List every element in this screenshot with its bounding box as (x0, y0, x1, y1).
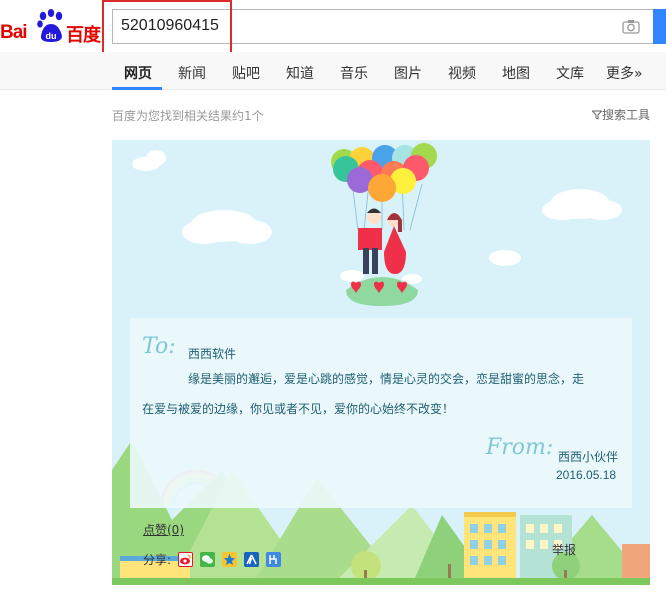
renren-icon[interactable] (244, 552, 260, 567)
letter-date: 2016.05.18 (556, 468, 617, 482)
camera-icon[interactable] (622, 19, 640, 34)
tab-more[interactable]: 更多» (606, 63, 643, 83)
share-bar: 分享: (143, 551, 282, 568)
paw-icon: du (37, 9, 63, 42)
report-link[interactable]: 举报 (552, 541, 576, 558)
share-label: 分享: (143, 553, 172, 567)
from-label: From: (486, 435, 554, 460)
tab-map[interactable]: 地图 (502, 63, 530, 83)
search-tools-button[interactable]: 搜索工具 (591, 106, 650, 123)
qzone-icon[interactable] (222, 552, 238, 567)
header: Bai du 百度 52010960415 (0, 0, 666, 54)
tab-web[interactable]: 网页 (124, 63, 152, 83)
letter-paragraph-2: 在爱与被爱的边缘，你见或者不见，爱你的心始终不改变！ (142, 402, 455, 416)
logo-text-du: du (46, 31, 57, 41)
active-tab-underline (112, 87, 162, 90)
filter-icon (591, 110, 603, 120)
wechat-icon[interactable] (200, 552, 216, 567)
letter-paragraph-1: 缘是美丽的邂逅，爱是心跳的感觉，情是心灵的交会，恋是甜蜜的思念，走 (188, 372, 585, 386)
letter-recipient: 西西软件 (188, 347, 237, 361)
logo-text-cn: 百度 (66, 25, 101, 46)
love-letter-card: To: 西西软件 缘是美丽的邂逅，爱是心跳的感觉，情是心灵的交会，恋是甜蜜的思念… (112, 140, 650, 585)
weibo-icon[interactable] (178, 552, 194, 567)
result-count: 百度为您找到相关结果约1个 (112, 109, 264, 123)
baidu-logo[interactable]: Bai du 百度 (0, 6, 104, 46)
tab-video[interactable]: 视频 (448, 63, 476, 83)
to-label: To: (142, 334, 176, 359)
letter-panel: To: 西西软件 缘是美丽的邂逅，爱是心跳的感觉，情是心灵的交会，恋是甜蜜的思念… (130, 318, 632, 508)
query-highlight-box (102, 0, 232, 54)
search-button[interactable] (653, 9, 666, 44)
nav-tabs: 网页 新闻 贴吧 知道 音乐 图片 视频 地图 文库 更多» (0, 52, 666, 90)
tab-wenku[interactable]: 文库 (556, 63, 584, 83)
logo-text-latin: Bai (0, 22, 28, 43)
search-tools-label: 搜索工具 (601, 108, 650, 122)
tab-news[interactable]: 新闻 (178, 63, 206, 83)
tab-zhidao[interactable]: 知道 (286, 63, 314, 83)
tab-tieba[interactable]: 贴吧 (232, 63, 260, 83)
letter-sender: 西西小伙伴 (558, 450, 619, 464)
tieba-icon[interactable] (266, 552, 282, 567)
tab-images[interactable]: 图片 (394, 63, 422, 83)
tab-music[interactable]: 音乐 (340, 63, 368, 83)
like-link[interactable]: 点赞(0) (143, 521, 184, 538)
